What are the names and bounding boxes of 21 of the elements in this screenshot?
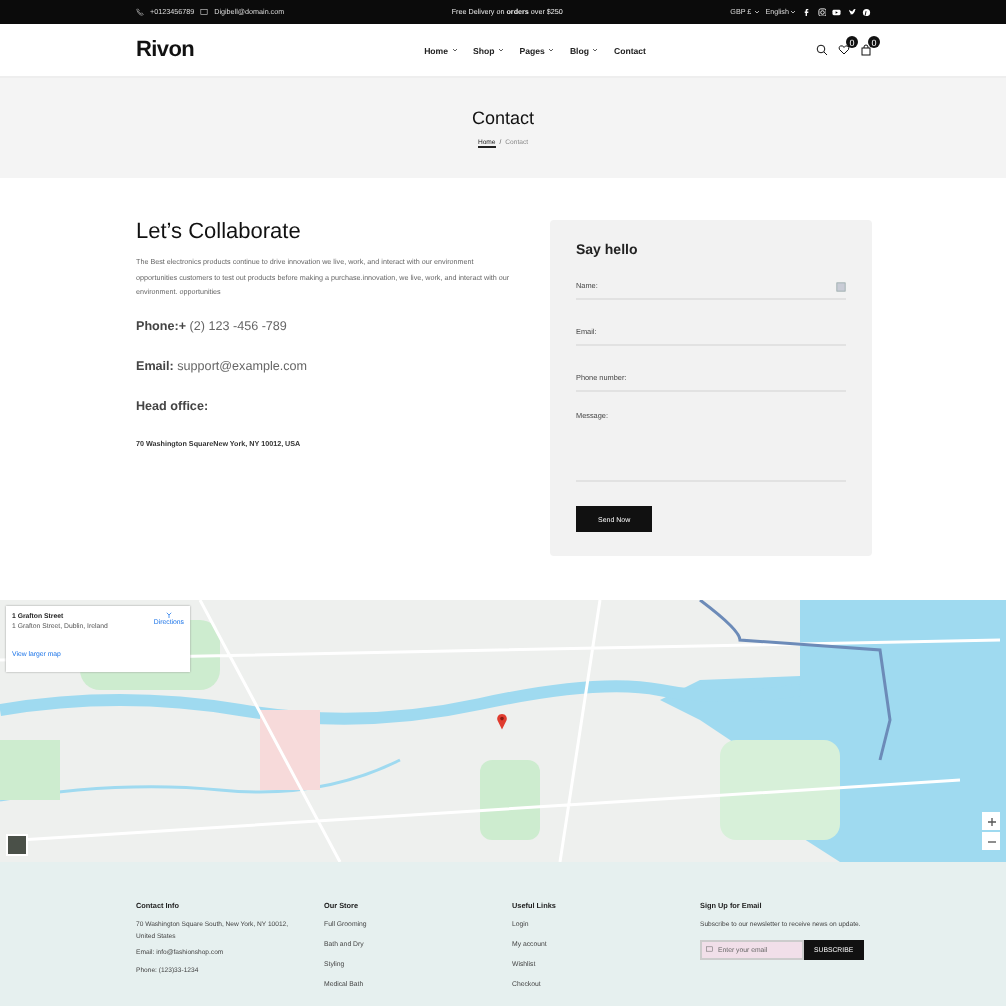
- pinterest-icon[interactable]: [862, 7, 872, 17]
- twitter-icon[interactable]: [847, 7, 857, 17]
- minus-icon: [987, 837, 995, 845]
- phone-icon: [136, 8, 144, 16]
- directions-icon: [165, 612, 172, 618]
- youtube-icon[interactable]: [832, 7, 842, 17]
- section-heading: Let’s Collaborate: [136, 220, 303, 244]
- plus-icon: [987, 817, 995, 825]
- facebook-icon[interactable]: [802, 7, 812, 17]
- zoom-in-button[interactable]: [982, 812, 1000, 830]
- envelope-icon: [706, 945, 713, 952]
- page-title: Contact: [471, 108, 535, 128]
- bag-icon[interactable]: [859, 44, 872, 56]
- search-icon[interactable]: [815, 44, 828, 56]
- heart-icon[interactable]: [837, 44, 850, 56]
- map-pin-icon[interactable]: [496, 712, 508, 730]
- map-layer-thumbnail[interactable]: [6, 834, 28, 856]
- mail-icon: [200, 8, 209, 16]
- instagram-icon[interactable]: [817, 7, 827, 17]
- zoom-out-button[interactable]: [982, 832, 1000, 850]
- logo[interactable]: Rivon: [136, 38, 195, 62]
